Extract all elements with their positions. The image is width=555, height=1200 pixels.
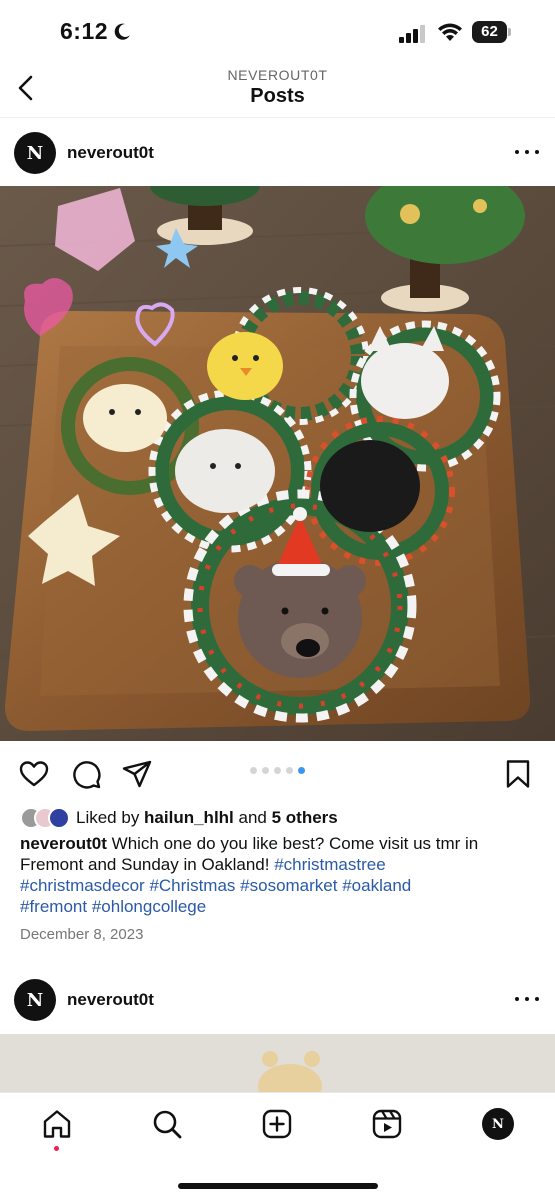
hashtag[interactable]: #Christmas — [149, 876, 235, 895]
bookmark-icon[interactable] — [502, 758, 534, 790]
profile-avatar: N — [482, 1108, 514, 1140]
avatar[interactable]: N — [14, 132, 56, 174]
hashtag[interactable]: #ohlongcollege — [92, 897, 206, 916]
carousel-dot — [262, 767, 269, 774]
status-time: 6:12 — [60, 18, 109, 44]
next-photo — [0, 1034, 555, 1094]
ornament-photo — [0, 186, 555, 741]
wifi-icon — [438, 23, 462, 41]
likes-row[interactable]: Liked by hailun_hlhl and 5 others — [20, 806, 338, 830]
post-date: December 8, 2023 — [20, 926, 144, 943]
carousel-dot-active — [298, 767, 305, 774]
post-caption: neverout0t Which one do you like best? C… — [20, 833, 540, 917]
hashtag[interactable]: #christmastree — [274, 855, 385, 874]
dot-icon — [515, 997, 519, 1001]
header-username: NEVEROUT0T — [227, 67, 328, 83]
dot-icon — [535, 997, 539, 1001]
share-icon[interactable] — [121, 758, 153, 790]
tab-search[interactable] — [150, 1107, 184, 1141]
comment-icon[interactable] — [70, 758, 102, 790]
battery-level: 62 — [472, 21, 507, 43]
more-options-button[interactable] — [515, 142, 539, 162]
status-bar: 6:12 62 — [0, 0, 555, 60]
avatar[interactable]: N — [14, 979, 56, 1021]
dot-icon — [515, 150, 519, 154]
create-icon — [262, 1109, 292, 1139]
notification-dot — [54, 1146, 59, 1151]
dot-icon — [525, 150, 529, 154]
post-image[interactable] — [0, 186, 555, 741]
liker-avatar — [48, 807, 70, 829]
page-header: NEVEROUT0T Posts — [0, 60, 555, 118]
caption-username[interactable]: neverout0t — [20, 834, 107, 853]
post-username[interactable]: neverout0t — [67, 143, 154, 163]
carousel-dot — [274, 767, 281, 774]
page-title: Posts — [250, 85, 305, 107]
post-actions — [0, 750, 555, 798]
tab-create[interactable] — [260, 1107, 294, 1141]
next-post-image[interactable] — [0, 1034, 555, 1094]
liked-by-user[interactable]: hailun_hlhl — [144, 808, 234, 827]
home-indicator — [178, 1183, 378, 1189]
hashtag[interactable]: #oakland — [342, 876, 411, 895]
search-icon — [153, 1110, 182, 1139]
reels-icon — [372, 1109, 402, 1139]
tab-reels[interactable] — [370, 1107, 404, 1141]
carousel-dot — [250, 767, 257, 774]
tab-profile[interactable]: N — [481, 1107, 515, 1141]
dot-icon — [535, 150, 539, 154]
next-post-header: N neverout0t — [0, 967, 555, 1033]
moon-icon — [114, 23, 130, 40]
tab-home[interactable] — [40, 1107, 74, 1141]
heart-icon[interactable] — [18, 758, 50, 790]
battery-cap — [508, 28, 511, 36]
more-options-button[interactable] — [515, 989, 539, 1009]
cellular-signal-icon — [399, 25, 425, 43]
carousel-indicator — [0, 767, 555, 774]
dot-icon — [525, 997, 529, 1001]
hashtag[interactable]: #sosomarket — [240, 876, 337, 895]
liked-by-others[interactable]: 5 others — [272, 808, 338, 827]
home-icon — [43, 1110, 71, 1138]
battery-indicator: 62 — [472, 21, 512, 43]
carousel-dot — [286, 767, 293, 774]
hashtag[interactable]: #christmasdecor — [20, 876, 145, 895]
post-header: N neverout0t — [0, 120, 555, 186]
hashtag[interactable]: #fremont — [20, 897, 87, 916]
likes-text: Liked by hailun_hlhl and 5 others — [76, 808, 338, 827]
post-username[interactable]: neverout0t — [67, 990, 154, 1010]
